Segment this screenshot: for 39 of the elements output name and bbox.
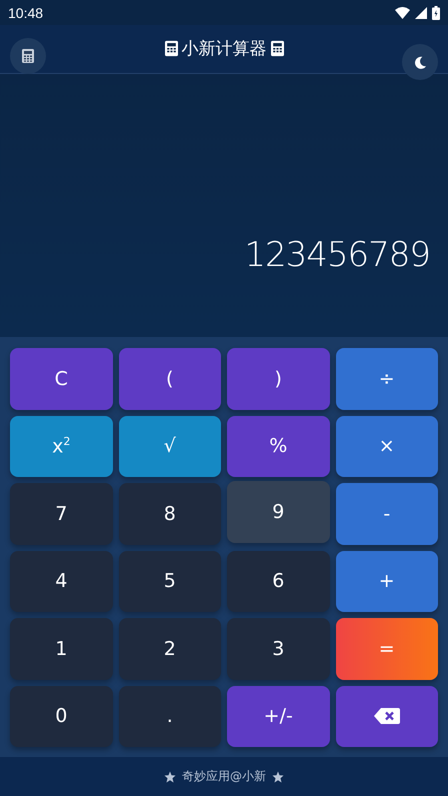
calculator-key[interactable]: 3 <box>227 618 330 680</box>
calculator-key[interactable]: 2 <box>118 618 221 680</box>
calculator-key[interactable]: +/- <box>227 686 330 747</box>
calculator-button[interactable] <box>10 38 46 74</box>
star-icon <box>272 770 284 782</box>
calculator-key[interactable]: 8 <box>118 483 221 544</box>
calculator-key[interactable]: 6 <box>227 550 330 612</box>
calculator-key[interactable]: 0 <box>10 686 112 747</box>
backspace-icon <box>374 708 400 724</box>
footer-credit: 奇妙应用@小新 <box>182 768 266 785</box>
calculator-key[interactable]: ( <box>118 348 221 410</box>
calculator-key[interactable]: + <box>336 550 438 612</box>
calculator-key[interactable]: . <box>118 686 221 747</box>
calculator-key[interactable]: ) <box>227 348 330 410</box>
calculator-icon <box>270 40 284 56</box>
calculator-key[interactable]: × <box>336 416 438 477</box>
moon-icon <box>414 56 426 68</box>
calculator-key[interactable]: % <box>227 416 330 477</box>
app-title: 小新计算器 <box>182 38 266 60</box>
calculator-key[interactable]: - <box>336 483 438 544</box>
calculator-icon <box>22 49 34 63</box>
dark-mode-button[interactable] <box>402 44 438 80</box>
calculator-key[interactable]: 4 <box>10 550 112 612</box>
calculator-key[interactable]: C <box>10 348 112 410</box>
calculator-key[interactable]: 9 <box>227 481 330 542</box>
backspace-button[interactable] <box>336 686 438 747</box>
calculator-key[interactable]: ÷ <box>336 348 438 410</box>
wifi-icon <box>395 6 410 18</box>
calculator-key[interactable]: 1 <box>10 618 112 680</box>
signal-icon <box>415 6 427 18</box>
calculator-key[interactable]: 5 <box>118 550 221 612</box>
calculator-key[interactable]: 7 <box>10 483 112 544</box>
display-value: 123456789 <box>244 235 430 275</box>
calculator-key[interactable]: √ <box>118 416 221 477</box>
clock: 10:48 <box>8 4 44 20</box>
calculator-icon <box>164 40 178 56</box>
calculator-key[interactable]: x$^{2}$ <box>10 416 112 477</box>
star-icon <box>164 770 176 782</box>
battery-icon <box>432 6 440 20</box>
